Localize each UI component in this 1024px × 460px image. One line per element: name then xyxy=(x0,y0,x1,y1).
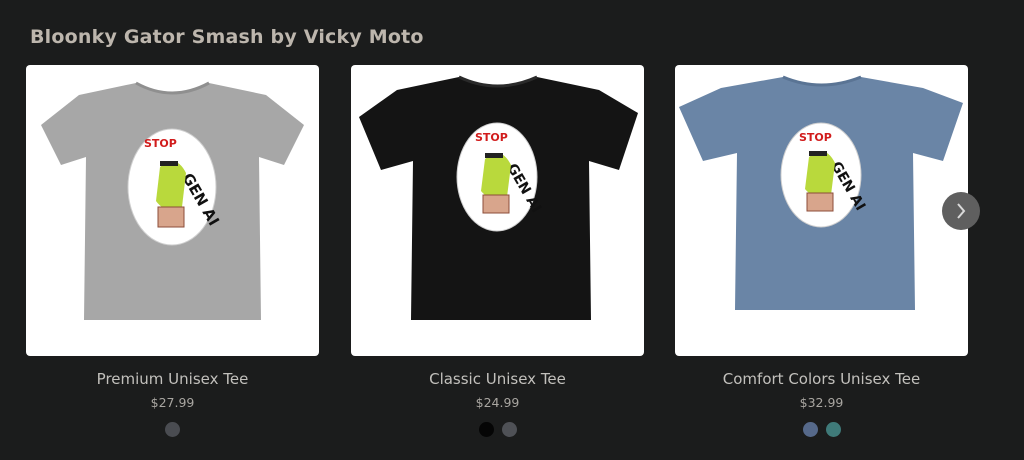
svg-text:STOP: STOP xyxy=(144,137,177,150)
svg-text:STOP: STOP xyxy=(475,131,508,144)
product-carousel-section: Bloonky Gator Smash by Vicky Moto STOP G… xyxy=(0,0,1024,460)
product-price: $27.99 xyxy=(150,395,195,410)
product-price: $32.99 xyxy=(799,395,844,410)
tshirt-image: STOP GEN AI xyxy=(679,75,963,310)
color-swatch[interactable] xyxy=(825,422,841,437)
color-swatch[interactable] xyxy=(501,422,517,437)
color-swatches xyxy=(351,422,644,437)
color-swatches xyxy=(26,422,319,437)
carousel-next-button[interactable] xyxy=(942,192,980,230)
svg-text:STOP: STOP xyxy=(799,131,832,144)
section-title: Bloonky Gator Smash by Vicky Moto xyxy=(30,26,424,48)
product-image-link[interactable]: STOP GEN AI xyxy=(675,65,968,356)
product-image-link[interactable]: STOP GEN AI xyxy=(26,65,319,356)
product-image-link[interactable]: STOP GEN AI xyxy=(351,65,644,356)
product-name[interactable]: Comfort Colors Unisex Tee xyxy=(675,370,968,388)
color-swatch[interactable] xyxy=(802,422,818,437)
tshirt-image: STOP GEN AI xyxy=(359,75,638,320)
color-swatch[interactable] xyxy=(478,422,494,437)
color-swatch[interactable] xyxy=(165,422,180,437)
product-card: STOP GEN AI Classic Unisex Tee $24.99 xyxy=(351,65,644,437)
product-price: $24.99 xyxy=(475,395,520,410)
chevron-right-icon xyxy=(957,203,966,219)
product-name[interactable]: Premium Unisex Tee xyxy=(26,370,319,388)
tshirt-image: STOP GEN AI xyxy=(41,81,304,320)
product-card: STOP GEN AI Comfort Colors Unisex Tee $3… xyxy=(675,65,968,437)
product-card: STOP GEN AI Premium Unisex Tee $27.99 xyxy=(26,65,319,437)
color-swatches xyxy=(675,422,968,437)
product-name[interactable]: Classic Unisex Tee xyxy=(351,370,644,388)
